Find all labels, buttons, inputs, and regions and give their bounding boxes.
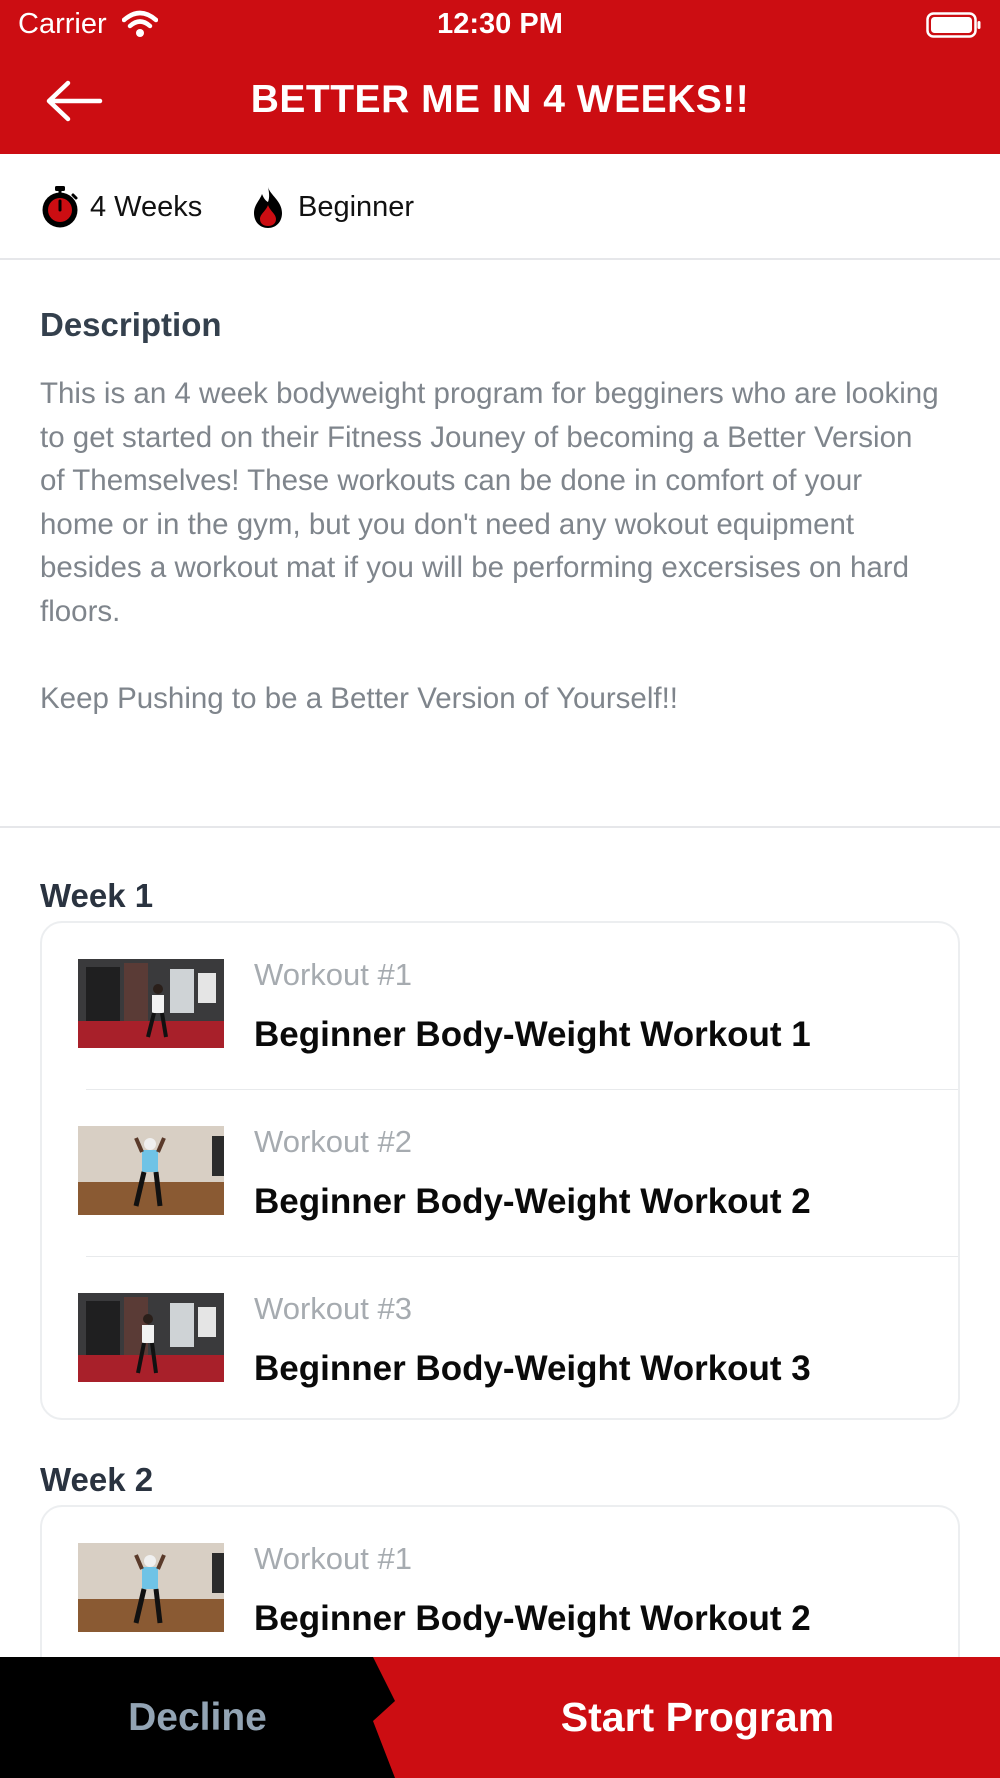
workout-number: Workout #1 [254,1541,412,1576]
workout-thumbnail [78,1126,224,1215]
workout-row[interactable]: Workout #1 Beginner Body-Weight Workout … [42,1507,958,1674]
workout-name: Beginner Body-Weight Workout 1 [254,1015,811,1054]
description-paragraph: This is an 4 week bodyweight program for… [40,377,939,628]
description-heading: Description [40,306,222,343]
workout-row[interactable]: Workout #3 Beginner Body-Weight Workout … [42,1257,958,1418]
stopwatch-icon [42,186,78,228]
duration-info: 4 Weeks [40,186,202,228]
workout-name: Beginner Body-Weight Workout 3 [254,1349,811,1388]
workout-thumbnail [78,1293,224,1382]
week-title: Week 1 [40,877,154,914]
workout-row[interactable]: Workout #2 Beginner Body-Weight Workout … [42,1090,958,1257]
back-arrow-icon[interactable] [44,78,104,124]
page-title: BETTER ME IN 4 WEEKS!! [250,78,750,121]
flame-icon [254,187,282,228]
workout-thumbnail [78,959,224,1048]
workout-number: Workout #2 [254,1124,412,1159]
status-time: 12:30 PM [437,8,563,40]
battery-icon [926,12,981,38]
description-section: Description This is an 4 week bodyweight… [0,260,1000,828]
action-footer: Decline Start Program [0,1657,1000,1778]
header-bar: Carrier 12:30 PM BETTER ME IN 4 WEEKS!! [0,0,1000,154]
week-title: Week 2 [40,1461,154,1498]
description-paragraph: Keep Pushing to be a Better Version of Y… [40,681,678,715]
decline-button[interactable]: Decline [0,1657,395,1778]
workout-name: Beginner Body-Weight Workout 2 [254,1182,811,1221]
workout-name: Beginner Body-Weight Workout 2 [254,1599,811,1638]
duration-label: 4 Weeks [90,190,203,223]
program-meta: 4 Weeks Beginner [0,154,1000,260]
start-program-button[interactable]: Start Program [395,1657,1000,1778]
workout-row[interactable]: Workout #1 Beginner Body-Weight Workout … [42,923,958,1090]
workout-number: Workout #3 [254,1291,412,1326]
description-body: This is an 4 week bodyweight program for… [40,372,940,720]
workout-thumbnail [78,1543,224,1632]
level-info: Beginner [248,186,414,228]
level-label: Beginner [298,190,415,223]
workout-number: Workout #1 [254,957,412,992]
status-bar: Carrier 12:30 PM [0,0,1000,50]
week-card: Workout #1 Beginner Body-Weight Workout … [40,921,960,1420]
